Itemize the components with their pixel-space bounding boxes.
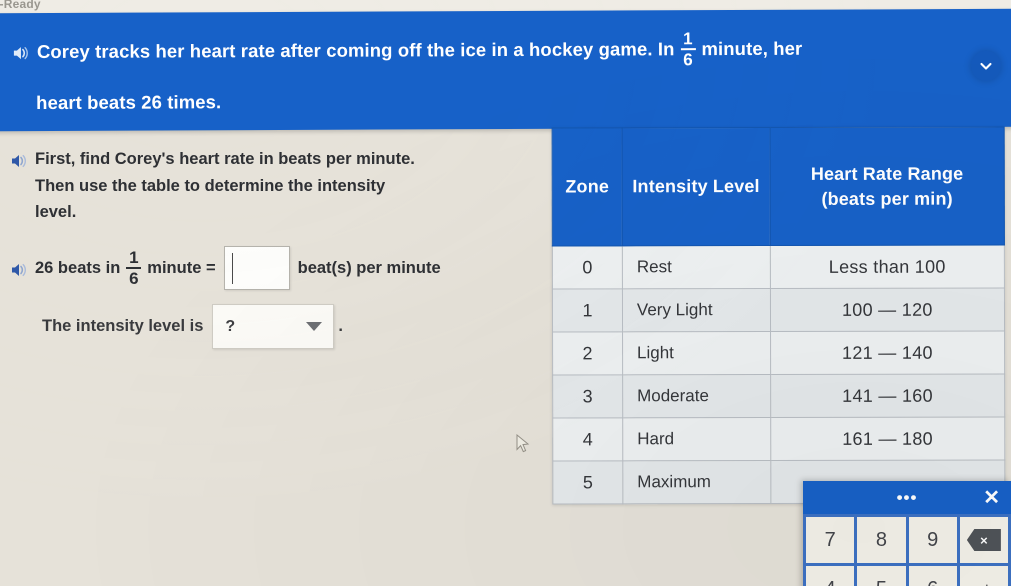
cell-level: Rest [622, 245, 771, 289]
key-5[interactable]: 5 [857, 566, 906, 586]
question-text-part1: Corey tracks her heart rate after coming… [36, 38, 675, 63]
cell-zone: 5 [552, 460, 623, 504]
key-6[interactable]: 6 [908, 566, 957, 586]
table-body: 0 Rest Less than 100 1 Very Light 100 — … [552, 245, 1005, 504]
table-row: 0 Rest Less than 100 [552, 245, 1005, 289]
intensity-select-row: The intensity level is ? . [42, 304, 530, 350]
key-9[interactable]: 9 [908, 517, 957, 563]
equation-row: 26 beats in 1 6 minute = beat(s) per min… [10, 246, 530, 291]
fraction-denominator: 6 [683, 50, 693, 70]
cell-range: 161 — 180 [770, 417, 1005, 461]
header-fraction: 1 6 [680, 29, 696, 70]
equation-suffix: beat(s) per minute [297, 258, 441, 277]
cell-range: 121 — 140 [770, 331, 1005, 375]
key-enter[interactable]: ↵ [959, 566, 1008, 586]
answer-input[interactable] [223, 246, 290, 291]
intensity-select-label: The intensity level is [42, 317, 204, 336]
intensity-level-value: ? [225, 317, 236, 335]
col-header-range-line2: (beats per min) [821, 188, 953, 209]
cell-level: Maximum [622, 460, 771, 504]
cell-range: 141 — 160 [770, 374, 1005, 418]
question-line-1: Corey tracks her heart rate after coming… [12, 29, 947, 71]
mouse-cursor-icon [516, 433, 530, 454]
table-row: 4 Hard 161 — 180 [552, 417, 1005, 461]
equation-middle: minute = [147, 258, 216, 277]
table-row: 1 Very Light 100 — 120 [552, 288, 1005, 332]
keypad-keys-grid: 7 8 9 × 4 5 6 ↵ [803, 514, 1011, 586]
question-header-banner: Corey tracks her heart rate after coming… [0, 8, 1011, 132]
fraction-denominator: 6 [129, 269, 139, 289]
instruction-text: First, find Corey's heart rate in beats … [35, 150, 415, 222]
speaker-icon[interactable] [10, 151, 28, 168]
equation-prefix: 26 beats in [35, 258, 121, 277]
instruction-panel: First, find Corey's heart rate in beats … [10, 146, 530, 350]
equation-fraction: 1 6 [126, 248, 142, 289]
app-brand-label: i-Ready [0, 0, 41, 11]
question-line-2: heart beats 26 times. [12, 89, 947, 113]
key-8[interactable]: 8 [857, 517, 906, 563]
cell-zone: 4 [552, 417, 623, 461]
sentence-period: . [338, 317, 343, 336]
keypad-drag-handle-bar[interactable]: ••• ✕ [803, 481, 1011, 514]
table-row: 2 Light 121 — 140 [552, 331, 1005, 375]
cell-level: Moderate [622, 374, 771, 418]
caret-down-icon [306, 322, 323, 332]
intensity-level-dropdown[interactable]: ? [212, 304, 335, 350]
chevron-down-icon[interactable] [970, 50, 1002, 81]
key-backspace[interactable]: × [959, 517, 1008, 563]
table-row: 3 Moderate 141 — 160 [552, 374, 1005, 418]
cell-zone: 2 [552, 331, 623, 375]
close-icon[interactable]: ✕ [983, 488, 1000, 508]
question-text-line2: heart beats 26 times. [36, 91, 222, 114]
key-4[interactable]: 4 [806, 566, 855, 586]
backspace-icon: × [966, 529, 1001, 551]
col-header-range-line1: Heart Rate Range [810, 163, 964, 185]
table-header-row: Zone Intensity Level Heart Rate Range (b… [552, 127, 1005, 246]
cell-range: 100 — 120 [770, 288, 1005, 332]
col-header-heart-rate-range: Heart Rate Range (beats per min) [769, 127, 1005, 246]
cell-range: Less than 100 [770, 245, 1005, 289]
cell-level: Light [622, 331, 771, 375]
numeric-keypad: ••• ✕ 7 8 9 × 4 5 6 ↵ [803, 481, 1011, 586]
fraction-numerator: 1 [683, 29, 693, 49]
col-header-intensity-level: Intensity Level [622, 127, 771, 246]
question-text-part2: minute, her [701, 37, 803, 60]
instruction-row: First, find Corey's heart rate in beats … [10, 146, 530, 226]
text-caret [231, 253, 234, 285]
cell-level: Hard [622, 417, 771, 461]
col-header-zone: Zone [552, 127, 623, 246]
speaker-icon[interactable] [10, 262, 28, 278]
cell-level: Very Light [622, 288, 771, 332]
speaker-icon[interactable] [12, 45, 30, 61]
key-7[interactable]: 7 [806, 517, 855, 563]
cell-zone: 3 [552, 374, 623, 418]
fraction-numerator: 1 [129, 248, 139, 268]
cell-zone: 0 [552, 245, 623, 289]
keypad-drag-handle[interactable]: ••• [803, 489, 1011, 506]
cell-zone: 1 [552, 288, 623, 332]
heart-rate-zone-table: Zone Intensity Level Heart Rate Range (b… [552, 127, 1006, 505]
